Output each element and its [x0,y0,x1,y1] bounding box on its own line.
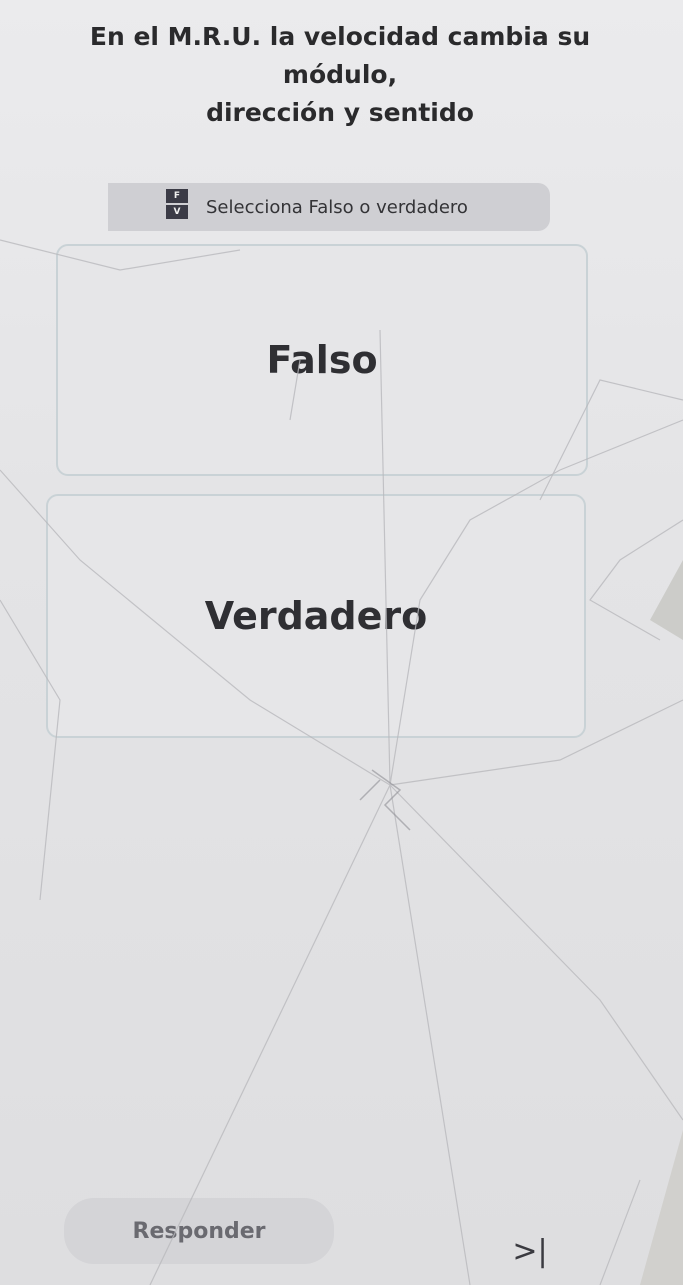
answer-button-label: Responder [132,1218,266,1244]
question-line-2: dirección y sentido [206,98,474,127]
question-line-1: En el M.R.U. la velocidad cambia su módu… [89,22,591,89]
skip-button[interactable]: >| [505,1226,555,1276]
option-label: Falso [266,338,378,382]
option-verdadero[interactable]: Verdadero [46,494,586,738]
true-false-icon: F V [166,189,188,219]
skip-icon: >| [512,1233,548,1269]
instruction-banner: F V Selecciona Falso o verdadero [108,183,550,231]
instruction-text: Selecciona Falso o verdadero [206,196,468,218]
icon-letter-v: V [166,205,188,219]
answer-button[interactable]: Responder [64,1198,334,1264]
quiz-screen: En el M.R.U. la velocidad cambia su módu… [0,0,683,1285]
icon-letter-f: F [166,189,188,203]
option-falso[interactable]: Falso [56,244,588,476]
question-text: En el M.R.U. la velocidad cambia su módu… [40,18,640,132]
option-label: Verdadero [204,594,428,638]
